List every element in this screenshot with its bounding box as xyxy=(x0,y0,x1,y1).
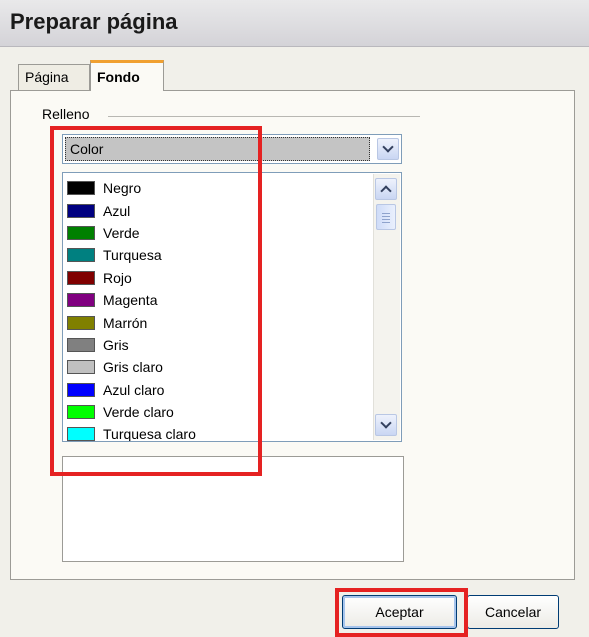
color-item[interactable]: Gris claro xyxy=(67,356,367,378)
color-item[interactable]: Turquesa xyxy=(67,244,367,266)
color-item-label: Verde claro xyxy=(103,404,174,421)
color-item-label: Verde xyxy=(103,224,140,241)
color-list[interactable]: Negro Azul Verde Turquesa Rojo Magenta Marrón G… xyxy=(62,172,402,442)
grip-line xyxy=(382,216,390,217)
cancel-button[interactable]: Cancelar xyxy=(467,595,559,629)
color-item[interactable]: Marrón xyxy=(67,311,367,333)
ok-button[interactable]: Aceptar xyxy=(342,595,457,629)
color-item[interactable]: Azul xyxy=(67,199,367,221)
color-item-label: Gris xyxy=(103,336,129,353)
color-swatch xyxy=(67,248,95,263)
color-swatch xyxy=(67,293,95,308)
color-item[interactable]: Negro xyxy=(67,177,367,199)
tab-pagina[interactable]: Página xyxy=(18,64,90,90)
color-swatch xyxy=(67,360,95,375)
title-bar[interactable]: Preparar página xyxy=(0,0,589,47)
scroll-thumb[interactable] xyxy=(376,204,396,230)
color-item[interactable]: Magenta xyxy=(67,289,367,311)
fill-type-dropdown[interactable]: Color xyxy=(62,134,402,164)
color-swatch xyxy=(67,315,95,330)
vertical-scrollbar[interactable] xyxy=(373,174,400,440)
fill-group-label: Relleno xyxy=(42,106,96,122)
chevron-down-icon xyxy=(382,141,394,153)
color-item[interactable]: Gris xyxy=(67,334,367,356)
fill-type-selected: Color xyxy=(65,137,370,161)
color-item[interactable]: Verde xyxy=(67,222,367,244)
color-item-label: Rojo xyxy=(103,269,132,286)
color-swatch xyxy=(67,203,95,218)
grip-line xyxy=(382,219,390,220)
chevron-up-icon xyxy=(380,185,392,197)
color-item[interactable]: Turquesa claro xyxy=(67,423,367,442)
fill-preview xyxy=(62,456,404,562)
color-item-label: Gris claro xyxy=(103,359,163,376)
page-setup-dialog: Preparar página Página Fondo Relleno Col… xyxy=(0,0,589,637)
color-item-label: Azul claro xyxy=(103,381,165,398)
color-item-label: Turquesa xyxy=(103,247,162,264)
grip-line xyxy=(382,213,390,214)
grip-line xyxy=(382,222,390,223)
color-swatch xyxy=(67,427,95,441)
tab-fondo[interactable]: Fondo xyxy=(90,60,164,91)
color-item[interactable]: Verde claro xyxy=(67,401,367,423)
color-swatch xyxy=(67,337,95,352)
scroll-down-button[interactable] xyxy=(375,414,397,436)
color-swatch xyxy=(67,270,95,285)
color-items: Negro Azul Verde Turquesa Rojo Magenta Marrón G… xyxy=(67,177,367,442)
color-swatch xyxy=(67,181,95,196)
color-item-label: Turquesa claro xyxy=(103,426,196,442)
dialog-title: Preparar página xyxy=(10,9,178,34)
group-divider xyxy=(108,116,420,117)
dropdown-button[interactable] xyxy=(377,138,399,160)
color-item-label: Negro xyxy=(103,180,142,197)
color-item[interactable]: Azul claro xyxy=(67,379,367,401)
color-item-label: Azul xyxy=(103,202,131,219)
color-swatch xyxy=(67,405,95,420)
color-swatch xyxy=(67,382,95,397)
scroll-up-button[interactable] xyxy=(375,178,397,200)
color-swatch xyxy=(67,225,95,240)
chevron-down-icon xyxy=(380,417,392,429)
color-item-label: Marrón xyxy=(103,314,148,331)
color-item-label: Magenta xyxy=(103,292,158,309)
color-item[interactable]: Rojo xyxy=(67,267,367,289)
